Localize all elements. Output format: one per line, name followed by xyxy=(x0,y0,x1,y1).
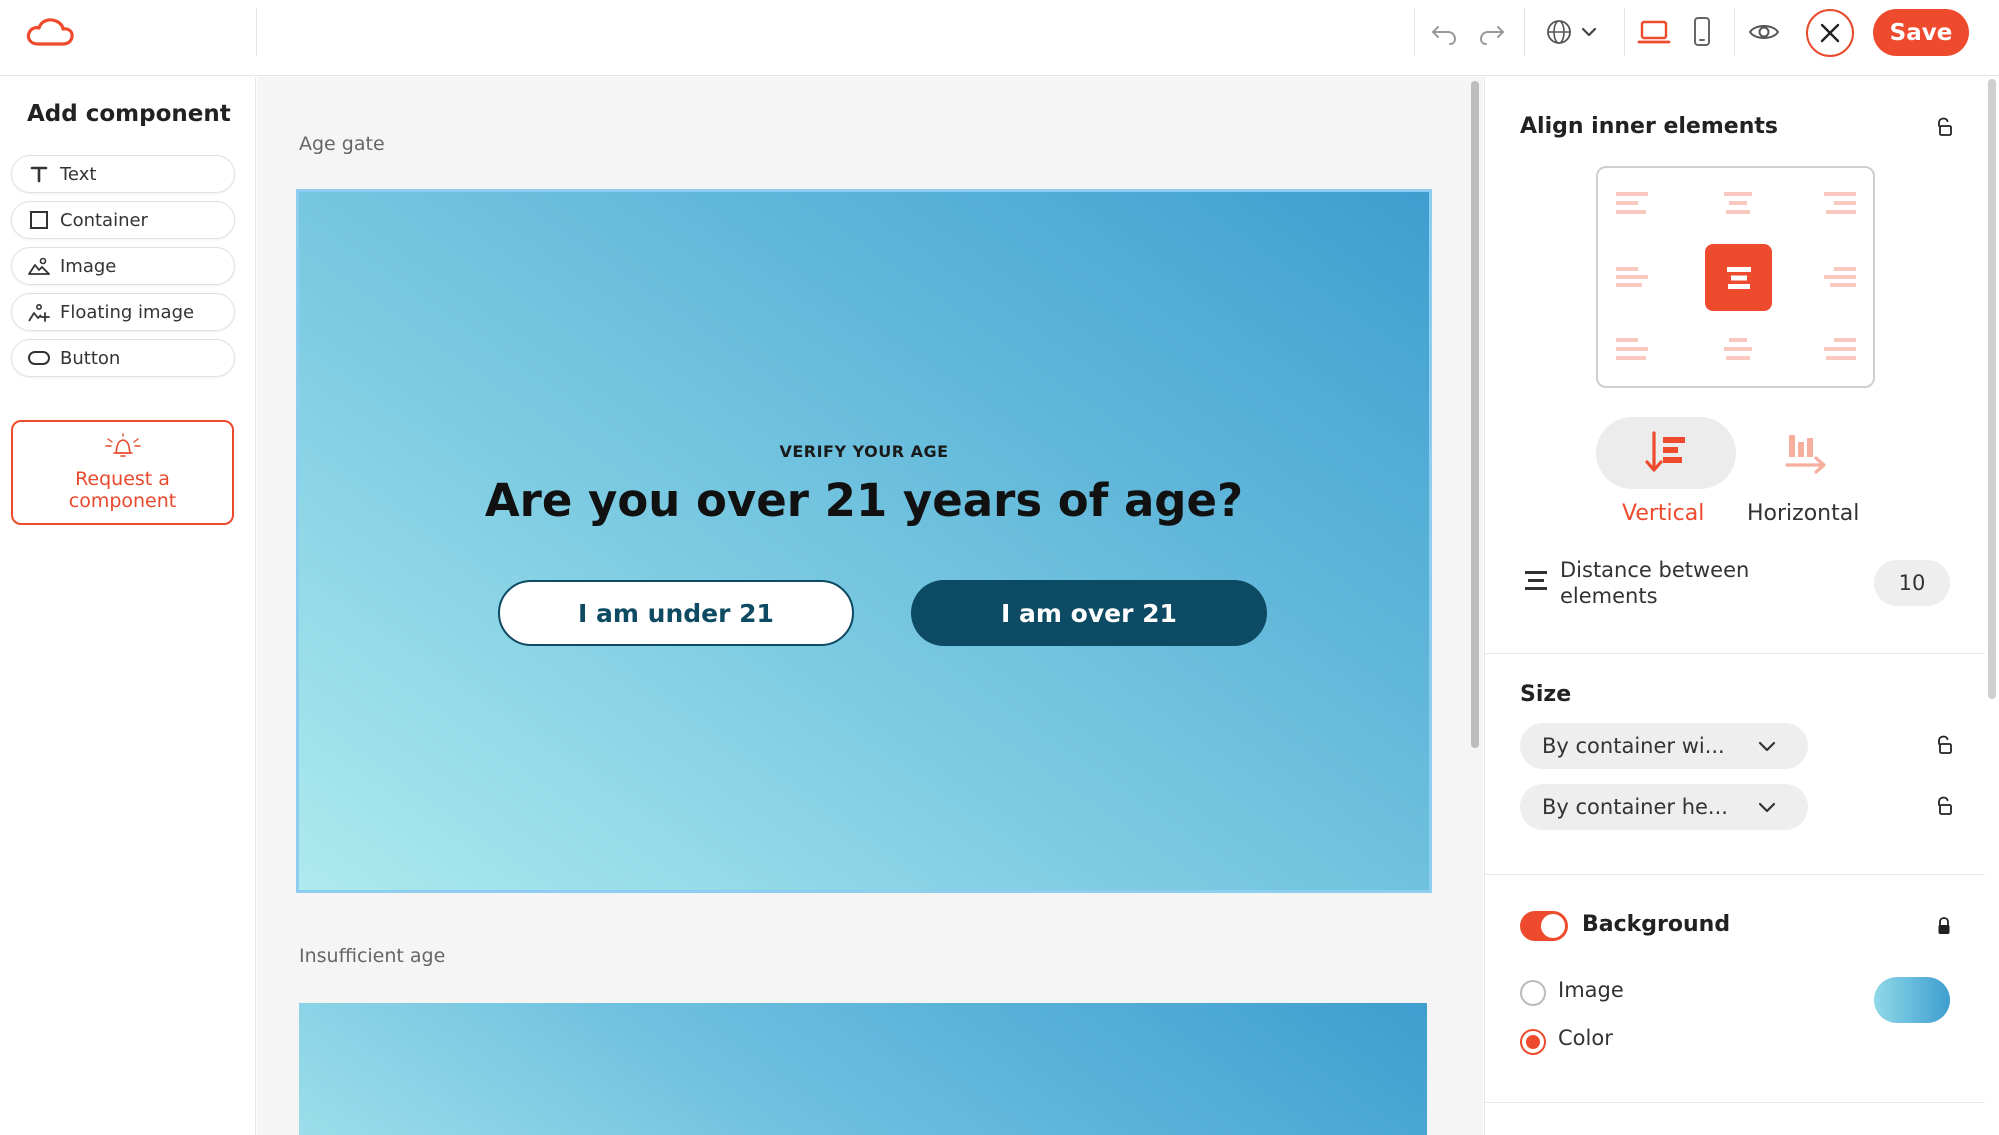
add-component-sidebar: Add component Text Container Image Float… xyxy=(0,77,256,1135)
align-bottom-left-icon[interactable] xyxy=(1612,330,1652,370)
button-icon xyxy=(28,347,50,369)
floating-image-icon xyxy=(28,301,50,323)
align-top-left-icon[interactable] xyxy=(1612,184,1652,224)
horizontal-direction-icon xyxy=(1785,435,1826,474)
globe-icon xyxy=(1547,20,1571,44)
unlock-icon[interactable] xyxy=(1933,116,1955,138)
align-top-center-icon[interactable] xyxy=(1718,184,1758,224)
align-middle-left-icon[interactable] xyxy=(1612,257,1652,297)
panel-divider xyxy=(1485,1102,1985,1103)
bell-alert-icon xyxy=(103,433,143,464)
section-label-insufficient-age[interactable]: Insufficient age xyxy=(299,945,445,967)
chevron-down-icon xyxy=(1756,796,1778,823)
background-color-radio[interactable] xyxy=(1520,1029,1546,1055)
container-icon xyxy=(28,209,50,231)
panel-divider xyxy=(1485,874,1985,875)
mobile-view-icon[interactable] xyxy=(1682,12,1722,52)
component-label: Floating image xyxy=(60,301,195,323)
align-middle-center-icon[interactable] xyxy=(1705,244,1772,311)
align-top-right-icon[interactable] xyxy=(1820,184,1860,224)
background-color-swatch[interactable] xyxy=(1874,977,1950,1023)
close-button[interactable] xyxy=(1806,9,1854,57)
chevron-down-icon xyxy=(1581,27,1597,37)
size-title: Size xyxy=(1520,682,1572,707)
component-label: Image xyxy=(60,255,117,277)
distance-input[interactable]: 10 xyxy=(1874,560,1950,606)
top-toolbar: Save xyxy=(0,0,1999,76)
language-selector[interactable] xyxy=(1540,12,1604,52)
add-floating-image-button[interactable]: Floating image xyxy=(11,293,235,331)
save-button[interactable]: Save xyxy=(1873,9,1969,56)
component-label: Container xyxy=(60,209,148,231)
component-label: Button xyxy=(60,347,121,369)
distance-icon xyxy=(1523,569,1549,599)
vertical-label[interactable]: Vertical xyxy=(1622,501,1704,526)
toolbar-divider xyxy=(1414,8,1415,56)
align-bottom-right-icon[interactable] xyxy=(1820,330,1860,370)
align-title: Align inner elements xyxy=(1520,114,1778,139)
alignment-grid xyxy=(1596,166,1875,388)
background-color-label[interactable]: Color xyxy=(1558,1026,1613,1050)
cloud-logo-icon[interactable] xyxy=(24,16,76,48)
panel-divider xyxy=(1485,653,1985,654)
redo-icon[interactable] xyxy=(1472,12,1512,52)
lock-icon[interactable] xyxy=(1933,915,1955,937)
background-title: Background xyxy=(1582,912,1731,937)
add-text-button[interactable]: Text xyxy=(11,155,235,193)
align-bottom-center-icon[interactable] xyxy=(1718,330,1758,370)
unlock-icon[interactable] xyxy=(1933,734,1955,756)
insufficient-age-frame[interactable] xyxy=(299,1003,1427,1135)
align-middle-right-icon[interactable] xyxy=(1820,257,1860,297)
background-toggle[interactable] xyxy=(1520,911,1568,941)
background-image-label[interactable]: Image xyxy=(1558,978,1624,1002)
close-icon xyxy=(1820,23,1840,43)
height-select[interactable]: By container he... xyxy=(1520,784,1808,830)
add-image-button[interactable]: Image xyxy=(11,247,235,285)
chevron-down-icon xyxy=(1756,735,1778,762)
age-gate-frame[interactable]: VERIFY YOUR AGE Are you over 21 years of… xyxy=(296,189,1432,893)
toolbar-divider xyxy=(256,8,257,56)
unlock-icon[interactable] xyxy=(1933,795,1955,817)
distance-label: Distance between elements xyxy=(1560,558,1750,608)
vertical-direction-icon xyxy=(1645,431,1685,472)
undo-icon[interactable] xyxy=(1424,12,1464,52)
canvas-scrollbar[interactable] xyxy=(1471,81,1479,748)
add-button-button[interactable]: Button xyxy=(11,339,235,377)
editor-canvas: Age gate VERIFY YOUR AGE Are you over 21… xyxy=(257,77,1483,1135)
properties-panel: Align inner elements Vertical Horizontal… xyxy=(1484,77,1999,1135)
over-21-button[interactable]: I am over 21 xyxy=(911,580,1267,646)
verify-eyebrow-text[interactable]: VERIFY YOUR AGE xyxy=(299,442,1429,461)
text-icon xyxy=(28,163,50,185)
request-component-button[interactable]: Request a component xyxy=(11,420,234,525)
width-select[interactable]: By container wi... xyxy=(1520,723,1808,769)
toolbar-divider xyxy=(1734,8,1735,56)
direction-vertical-button[interactable] xyxy=(1596,417,1736,489)
height-select-value: By container he... xyxy=(1542,795,1728,819)
request-label-line1: Request a xyxy=(75,468,170,490)
image-icon xyxy=(28,255,50,277)
add-container-button[interactable]: Container xyxy=(11,201,235,239)
toolbar-divider xyxy=(1624,8,1625,56)
request-label-line2: component xyxy=(68,490,177,512)
under-21-button[interactable]: I am under 21 xyxy=(498,580,854,646)
component-label: Text xyxy=(60,163,97,185)
age-headline[interactable]: Are you over 21 years of age? xyxy=(299,474,1429,527)
sidebar-title: Add component xyxy=(27,101,231,127)
direction-horizontal-button[interactable] xyxy=(1735,417,1875,489)
toolbar-divider xyxy=(1524,8,1525,56)
preview-eye-icon[interactable] xyxy=(1744,12,1784,52)
desktop-view-icon[interactable] xyxy=(1634,12,1674,52)
background-image-radio[interactable] xyxy=(1520,980,1546,1006)
horizontal-label[interactable]: Horizontal xyxy=(1747,501,1859,526)
panel-scrollbar[interactable] xyxy=(1988,79,1996,699)
section-label-age-gate[interactable]: Age gate xyxy=(299,133,385,155)
width-select-value: By container wi... xyxy=(1542,734,1725,758)
toggle-knob xyxy=(1541,914,1565,938)
